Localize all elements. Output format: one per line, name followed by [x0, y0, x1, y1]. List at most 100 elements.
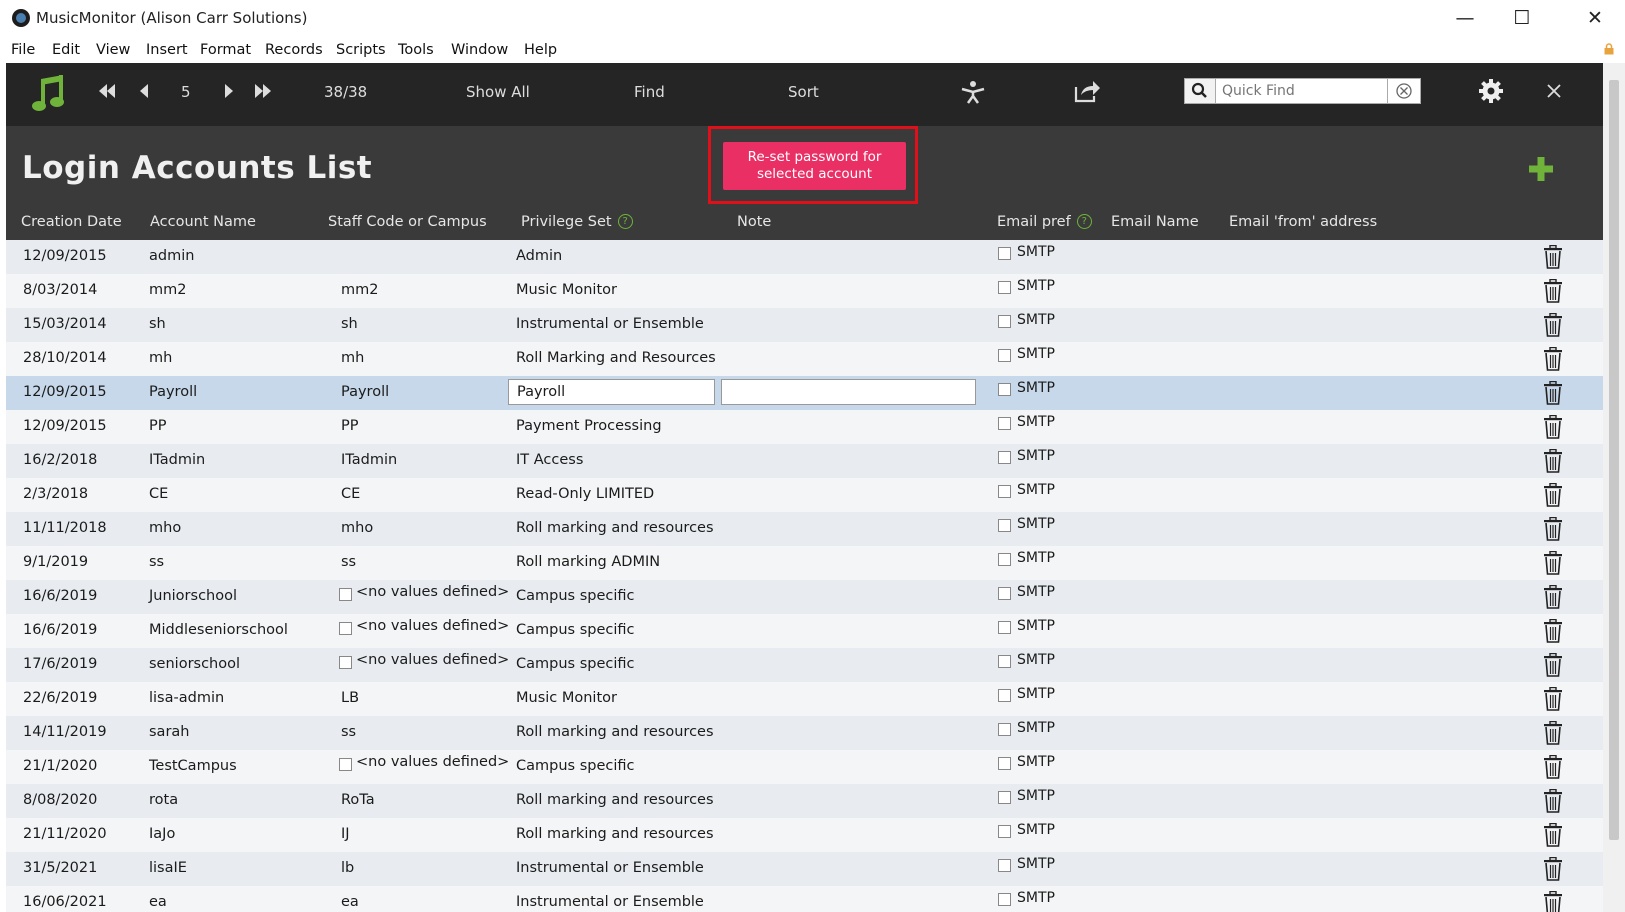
column-header-staff-code[interactable]: Staff Code or Campus: [328, 214, 487, 230]
staff-code-cell[interactable]: mh: [341, 350, 364, 366]
email-smtp-checkbox[interactable]: [998, 519, 1011, 532]
creation-date-cell[interactable]: 2/3/2018: [23, 486, 88, 502]
table-row[interactable]: 12/09/2015 PP PP Payment Processing SMTP: [6, 410, 1603, 444]
delete-trash-icon[interactable]: [1543, 823, 1563, 847]
menu-view[interactable]: View: [96, 42, 130, 58]
table-row[interactable]: 22/6/2019 lisa-admin LB Music Monitor SMTP: [6, 682, 1603, 716]
maximize-button[interactable]: ☐: [1507, 6, 1537, 30]
delete-trash-icon[interactable]: [1543, 687, 1563, 711]
email-smtp-checkbox[interactable]: [998, 859, 1011, 872]
menu-tools[interactable]: Tools: [398, 42, 434, 58]
column-header-email-from[interactable]: Email 'from' address: [1229, 214, 1377, 230]
table-row[interactable]: 15/03/2014 sh sh Instrumental or Ensemble SM…: [6, 308, 1603, 342]
email-smtp-checkbox[interactable]: [998, 417, 1011, 430]
account-name-cell[interactable]: mho: [149, 520, 181, 536]
staff-code-cell[interactable]: lb: [341, 860, 354, 876]
column-header-account-name[interactable]: Account Name: [150, 214, 256, 230]
record-number[interactable]: 5: [181, 83, 191, 101]
delete-trash-icon[interactable]: [1543, 891, 1563, 912]
delete-trash-icon[interactable]: [1543, 755, 1563, 779]
privilege-help-icon[interactable]: ?: [617, 214, 633, 229]
show-all-button[interactable]: Show All: [466, 83, 530, 101]
minimize-button[interactable]: —: [1450, 6, 1480, 30]
table-row[interactable]: 9/1/2019 ss ss Roll marking ADMIN SMTP: [6, 546, 1603, 580]
creation-date-cell[interactable]: 14/11/2019: [23, 724, 107, 740]
account-name-cell[interactable]: Middleseniorschool: [149, 622, 288, 638]
staff-code-cell[interactable]: IJ: [341, 826, 350, 842]
table-row[interactable]: 11/11/2018 mho mho Roll marking and resourc…: [6, 512, 1603, 546]
email-smtp-checkbox[interactable]: [998, 723, 1011, 736]
menu-file[interactable]: File: [11, 42, 35, 58]
creation-date-cell[interactable]: 15/03/2014: [23, 316, 107, 332]
delete-trash-icon[interactable]: [1543, 449, 1563, 473]
staff-code-cell[interactable]: mho: [341, 520, 373, 536]
email-smtp-checkbox[interactable]: [998, 893, 1011, 906]
creation-date-cell[interactable]: 16/6/2019: [23, 588, 97, 604]
email-smtp-checkbox[interactable]: [998, 349, 1011, 362]
privilege-set-cell[interactable]: Roll marking and resources: [516, 520, 714, 536]
email-smtp-checkbox[interactable]: [998, 689, 1011, 702]
delete-trash-icon[interactable]: [1543, 381, 1563, 405]
creation-date-cell[interactable]: 16/6/2019: [23, 622, 97, 638]
privilege-set-cell[interactable]: Roll marking and resources: [516, 724, 714, 740]
account-name-cell[interactable]: ITadmin: [149, 452, 205, 468]
staff-code-cell[interactable]: CE: [341, 486, 360, 502]
email-smtp-checkbox[interactable]: [998, 281, 1011, 294]
delete-trash-icon[interactable]: [1543, 551, 1563, 575]
table-row[interactable]: 21/1/2020 TestCampus <no values defined> Ca…: [6, 750, 1603, 784]
account-name-cell[interactable]: mm2: [149, 282, 186, 298]
privilege-set-cell[interactable]: Campus specific: [516, 622, 634, 638]
account-name-cell[interactable]: TestCampus: [149, 758, 237, 774]
close-layout-icon[interactable]: [1547, 84, 1561, 98]
account-name-cell[interactable]: seniorschool: [149, 656, 240, 672]
table-row[interactable]: 8/08/2020 rota RoTa Roll marking and resour…: [6, 784, 1603, 818]
privilege-set-cell[interactable]: Roll marking and resources: [516, 792, 714, 808]
email-smtp-checkbox[interactable]: [998, 757, 1011, 770]
account-name-cell[interactable]: sh: [149, 316, 166, 332]
delete-trash-icon[interactable]: [1543, 245, 1563, 269]
previous-record-icon[interactable]: [139, 84, 149, 98]
table-row[interactable]: 12/09/2015 admin Admin SMTP: [6, 240, 1603, 274]
email-smtp-checkbox[interactable]: [998, 383, 1011, 396]
staff-code-cell[interactable]: Payroll: [341, 384, 389, 400]
email-smtp-checkbox[interactable]: [998, 825, 1011, 838]
menu-insert[interactable]: Insert: [146, 42, 188, 58]
delete-trash-icon[interactable]: [1543, 857, 1563, 881]
first-record-icon[interactable]: [98, 84, 116, 98]
staff-code-cell[interactable]: ea: [341, 894, 359, 910]
account-name-cell[interactable]: mh: [149, 350, 172, 366]
privilege-set-field[interactable]: Payroll: [508, 379, 715, 405]
account-name-cell[interactable]: sarah: [149, 724, 189, 740]
quick-find-search-icon[interactable]: [1185, 79, 1216, 103]
creation-date-cell[interactable]: 17/6/2019: [23, 656, 97, 672]
delete-trash-icon[interactable]: [1543, 415, 1563, 439]
menu-edit[interactable]: Edit: [52, 42, 80, 58]
email-smtp-checkbox[interactable]: [998, 247, 1011, 260]
privilege-set-cell[interactable]: Campus specific: [516, 656, 634, 672]
account-name-cell[interactable]: ss: [149, 554, 164, 570]
creation-date-cell[interactable]: 22/6/2019: [23, 690, 97, 706]
account-name-cell[interactable]: IaJo: [149, 826, 175, 842]
email-smtp-checkbox[interactable]: [998, 587, 1011, 600]
last-record-icon[interactable]: [254, 84, 272, 98]
staff-campus-checkbox[interactable]: [339, 758, 352, 771]
account-name-cell[interactable]: Juniorschool: [149, 588, 237, 604]
privilege-set-cell[interactable]: Roll marking and resources: [516, 826, 714, 842]
table-row[interactable]: 21/11/2020 IaJo IJ Roll marking and resourc…: [6, 818, 1603, 852]
delete-trash-icon[interactable]: [1543, 789, 1563, 813]
column-header-email-name[interactable]: Email Name: [1111, 214, 1199, 230]
table-row[interactable]: 14/11/2019 sarah ss Roll marking and resour…: [6, 716, 1603, 750]
delete-trash-icon[interactable]: [1543, 517, 1563, 541]
sort-button[interactable]: Sort: [788, 83, 819, 101]
email-smtp-checkbox[interactable]: [998, 791, 1011, 804]
privilege-set-cell[interactable]: Instrumental or Ensemble: [516, 894, 704, 910]
account-name-cell[interactable]: lisaIE: [149, 860, 187, 876]
staff-code-cell[interactable]: PP: [341, 418, 359, 434]
menu-scripts[interactable]: Scripts: [336, 42, 386, 58]
creation-date-cell[interactable]: 12/09/2015: [23, 418, 107, 434]
delete-trash-icon[interactable]: [1543, 313, 1563, 337]
creation-date-cell[interactable]: 21/11/2020: [23, 826, 107, 842]
delete-trash-icon[interactable]: [1543, 279, 1563, 303]
delete-trash-icon[interactable]: [1543, 483, 1563, 507]
privilege-set-cell[interactable]: Roll marking ADMIN: [516, 554, 660, 570]
